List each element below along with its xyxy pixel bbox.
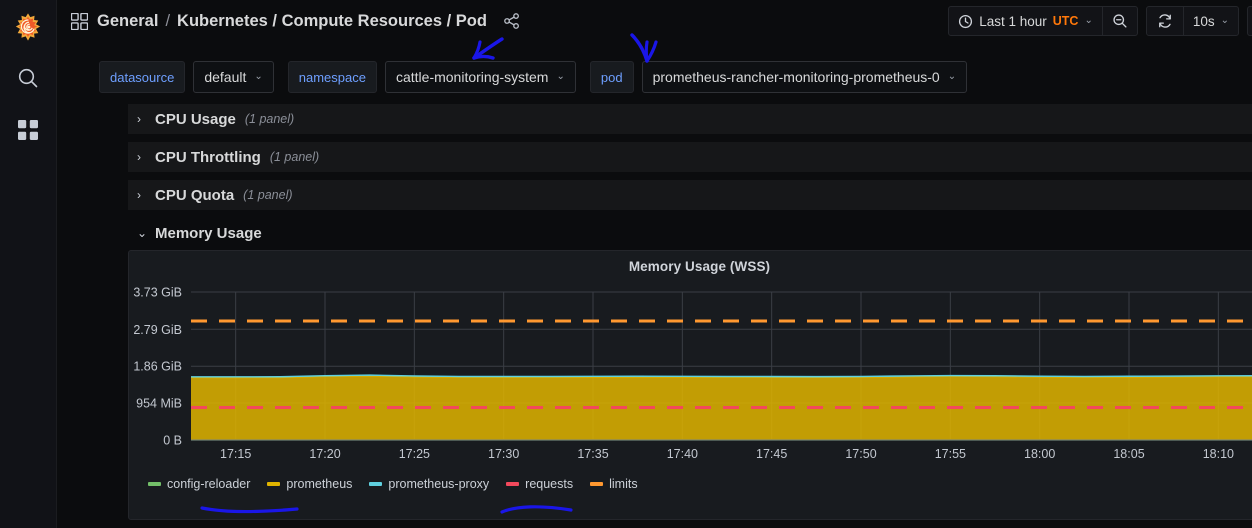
variable-datasource: datasource default ⌄ (99, 61, 274, 93)
panel-memory-usage-wss: Memory Usage (WSS) 0 B 954 MiB 1.86 GiB 2.7… (128, 250, 1252, 520)
legend-item-config-reloader[interactable]: config-reloader (148, 477, 250, 491)
template-variable-bar: datasource default ⌄ namespace cattle-mo… (57, 60, 1252, 94)
y-tick-label: 2.79 GiB (133, 323, 182, 337)
legend-swatch (267, 482, 281, 486)
legend-swatch (506, 482, 520, 486)
breadcrumb-separator: / (165, 11, 171, 30)
x-tick-label: 17:20 (309, 447, 340, 461)
row-header-cpu-throttling[interactable]: › CPU Throttling (1 panel) (128, 142, 1252, 172)
variable-select-namespace[interactable]: cattle-monitoring-system ⌄ (384, 61, 576, 93)
legend-item-limits[interactable]: limits (590, 477, 638, 491)
legend-swatch (590, 482, 604, 486)
legend-swatch (369, 482, 383, 486)
share-nodes-icon[interactable] (503, 12, 521, 30)
variable-namespace: namespace cattle-monitoring-system ⌄ (287, 61, 576, 93)
x-tick-label: 17:40 (667, 447, 698, 461)
chevron-down-icon: ⌄ (1084, 15, 1093, 26)
row-header-cpu-quota[interactable]: › CPU Quota (1 panel) (128, 180, 1252, 210)
toolbar-right-controls: Last 1 hour UTC ⌄ 10s ⌄ (948, 6, 1252, 36)
apps-grid-icon[interactable] (71, 12, 88, 30)
x-tick-label: 17:25 (399, 447, 430, 461)
x-tick-label: 17:45 (756, 447, 787, 461)
legend-item-prometheus[interactable]: prometheus (267, 477, 352, 491)
grafana-dashboard: General / Kubernetes / Compute Resources… (0, 0, 1252, 528)
legend-label: requests (525, 477, 574, 491)
chevron-down-icon: ⌄ (556, 71, 565, 82)
tv-mode-button[interactable] (1247, 6, 1252, 36)
x-tick-label: 17:55 (935, 447, 966, 461)
y-tick-label: 0 B (163, 434, 182, 448)
page-title[interactable]: Kubernetes / Compute Resources / Pod (177, 12, 487, 31)
x-tick-label: 17:35 (577, 447, 608, 461)
refresh-group: 10s ⌄ (1145, 6, 1239, 36)
chevron-down-icon: ⌄ (137, 226, 148, 240)
dashboard-content: General / Kubernetes / Compute Resources… (57, 0, 1252, 528)
refresh-dashboard-button[interactable] (1147, 7, 1183, 35)
variable-pod: pod prometheus-rancher-monitoring-promet… (589, 61, 968, 93)
row-panel-count: (1 panel) (244, 112, 295, 126)
chevron-right-icon: › (137, 188, 141, 202)
row-header-memory-usage[interactable]: ⌄ Memory Usage (128, 218, 1252, 248)
x-tick-label: 17:15 (220, 447, 251, 461)
row-panel-count: (1 panel) (269, 150, 320, 164)
row-title: CPU Usage (155, 110, 236, 128)
legend-item-requests[interactable]: requests (506, 477, 573, 491)
refresh-icon (1157, 13, 1173, 29)
variable-select-datasource[interactable]: default ⌄ (193, 61, 274, 93)
clock-icon (958, 14, 973, 29)
timeseries-plot[interactable]: 0 B 954 MiB 1.86 GiB 2.79 GiB 3.73 GiB 17:15 1… (129, 280, 1252, 470)
y-tick-label: 1.86 GiB (133, 360, 182, 374)
legend-label: config-reloader (167, 477, 251, 491)
time-range-picker[interactable]: Last 1 hour UTC ⌄ (949, 7, 1102, 35)
x-tick-label: 18:10 (1203, 447, 1234, 461)
time-range-group: Last 1 hour UTC ⌄ (948, 6, 1138, 36)
x-tick-label: 17:50 (845, 447, 876, 461)
chevron-right-icon: › (137, 112, 141, 126)
dashboard-rows: › CPU Usage (1 panel) › CPU Throttling (… (57, 104, 1252, 520)
legend-item-prometheus-proxy[interactable]: prometheus-proxy (369, 477, 489, 491)
timezone-label: UTC (1052, 14, 1079, 28)
dashboards-grid-icon[interactable] (8, 110, 48, 150)
variable-value-datasource: default (204, 69, 247, 85)
row-header-cpu-usage[interactable]: › CPU Usage (1 panel) (128, 104, 1252, 134)
legend-label: prometheus (286, 477, 353, 491)
row-title: Memory Usage (155, 224, 262, 242)
row-panel-count: (1 panel) (243, 188, 293, 202)
legend-label: limits (609, 477, 638, 491)
legend-label: prometheus-proxy (388, 477, 490, 491)
breadcrumb-folder[interactable]: General (97, 12, 158, 31)
row-title: CPU Quota (155, 186, 235, 204)
variable-select-pod[interactable]: prometheus-rancher-monitoring-prometheus… (641, 61, 968, 93)
legend-swatch (148, 482, 161, 486)
variable-label-datasource: datasource (99, 61, 186, 93)
refresh-interval-picker[interactable]: 10s ⌄ (1184, 7, 1238, 35)
breadcrumb: General / Kubernetes / Compute Resources… (97, 12, 487, 31)
dashboard-toolbar: General / Kubernetes / Compute Resources… (57, 0, 1252, 42)
variable-value-namespace: cattle-monitoring-system (395, 69, 549, 85)
y-tick-label: 954 MiB (136, 397, 182, 411)
nav-rail (0, 0, 57, 528)
chevron-down-icon: ⌄ (1220, 15, 1229, 26)
row-title: CPU Throttling (155, 148, 261, 166)
chevron-down-icon: ⌄ (947, 71, 957, 82)
time-range-label: Last 1 hour (979, 13, 1047, 29)
magnifier-minus-icon (1112, 13, 1128, 29)
chart-legend: config-reloader prometheus prometheus-pr… (129, 477, 1252, 491)
chevron-down-icon: ⌄ (254, 71, 263, 82)
refresh-interval-label: 10s (1192, 13, 1215, 29)
zoom-out-time-button[interactable] (1103, 7, 1137, 35)
x-tick-label: 17:30 (488, 447, 519, 461)
variable-label-namespace: namespace (287, 61, 377, 93)
panel-title: Memory Usage (WSS) (628, 259, 771, 274)
chart-canvas[interactable]: 0 B 954 MiB 1.86 GiB 2.79 GiB 3.73 GiB 17:15 1… (129, 280, 1252, 470)
variable-value-pod: prometheus-rancher-monitoring-prometheus… (652, 69, 940, 85)
x-tick-label: 18:00 (1024, 447, 1055, 461)
chevron-right-icon: › (137, 150, 141, 164)
search-icon[interactable] (8, 58, 48, 98)
grafana-logo-icon[interactable] (9, 8, 47, 46)
variable-label-pod: pod (589, 61, 634, 93)
x-tick-label: 18:05 (1113, 447, 1144, 461)
y-tick-label: 3.73 GiB (133, 286, 182, 300)
